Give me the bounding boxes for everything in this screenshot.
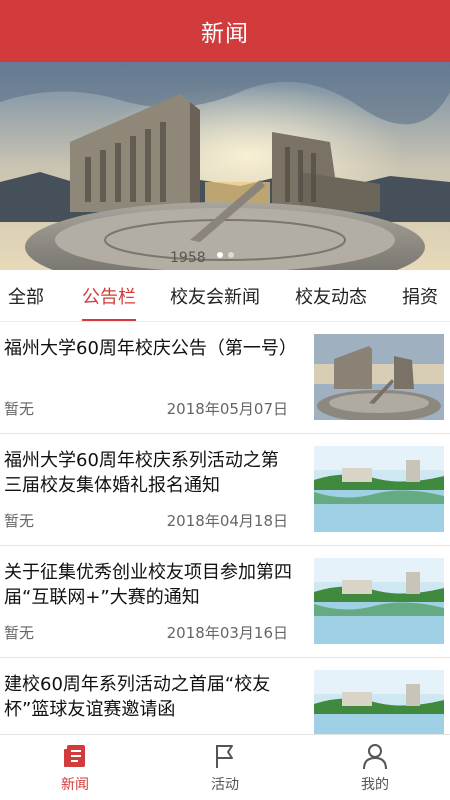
tab-all[interactable]: 全部	[8, 270, 44, 321]
nav-activities-label: 活动	[211, 777, 239, 793]
nav-profile[interactable]: 我的	[300, 735, 450, 800]
news-item[interactable]: 福州大学60周年校庆公告（第一号） 暂无 2018年05月07日	[0, 322, 450, 434]
tab-announcements[interactable]: 公告栏	[82, 270, 136, 321]
news-thumbnail	[314, 670, 444, 734]
news-thumbnail	[314, 334, 444, 420]
carousel-dot[interactable]	[227, 252, 234, 258]
nav-news[interactable]: 新闻	[0, 735, 150, 800]
news-title: 建校60周年系列活动之首届“校友杯”篮球友谊赛邀请函	[4, 674, 271, 720]
news-author: 暂无	[4, 512, 35, 530]
page-title: 新闻	[201, 21, 249, 47]
news-title: 关于征集优秀创业校友项目参加第四届“互联网+”大赛的通知	[4, 562, 292, 608]
user-icon	[363, 744, 387, 770]
nav-profile-label: 我的	[361, 777, 389, 793]
banner-carousel[interactable]: 1958	[0, 62, 450, 270]
news-author: 暂无	[4, 624, 35, 642]
carousel-dot[interactable]	[216, 252, 223, 258]
news-icon	[64, 745, 85, 767]
carousel-dots	[0, 252, 450, 258]
news-title: 福州大学60周年校庆公告（第一号）	[4, 338, 297, 359]
news-date: 2018年05月07日	[166, 400, 288, 418]
flag-icon	[216, 745, 233, 768]
banner-image: 1958	[0, 62, 450, 270]
bottom-navigation: 新闻 活动 我的	[0, 734, 450, 800]
app-header: 新闻	[0, 0, 450, 62]
nav-news-label: 新闻	[61, 777, 89, 793]
tab-alumni-association-news[interactable]: 校友会新闻	[170, 270, 260, 321]
nav-activities[interactable]: 活动	[150, 735, 300, 800]
news-item[interactable]: 福州大学60周年校庆系列活动之第三届校友集体婚礼报名通知 暂无 2018年04月…	[0, 434, 450, 546]
news-thumbnail	[314, 558, 444, 644]
news-thumbnail	[314, 446, 444, 532]
news-item[interactable]: 建校60周年系列活动之首届“校友杯”篮球友谊赛邀请函	[0, 658, 450, 734]
category-tabs: 全部 公告栏 校友会新闻 校友动态 捐资	[0, 270, 450, 322]
news-item[interactable]: 关于征集优秀创业校友项目参加第四届“互联网+”大赛的通知 暂无 2018年03月…	[0, 546, 450, 658]
news-list: 福州大学60周年校庆公告（第一号） 暂无 2018年05月07日 福州大学60周…	[0, 322, 450, 734]
news-date: 2018年03月16日	[166, 624, 288, 642]
news-author: 暂无	[4, 400, 35, 418]
tab-alumni-updates[interactable]: 校友动态	[295, 270, 367, 321]
news-date: 2018年04月18日	[166, 512, 288, 530]
tab-donations[interactable]: 捐资	[402, 270, 438, 321]
news-title: 福州大学60周年校庆系列活动之第三届校友集体婚礼报名通知	[4, 450, 279, 496]
